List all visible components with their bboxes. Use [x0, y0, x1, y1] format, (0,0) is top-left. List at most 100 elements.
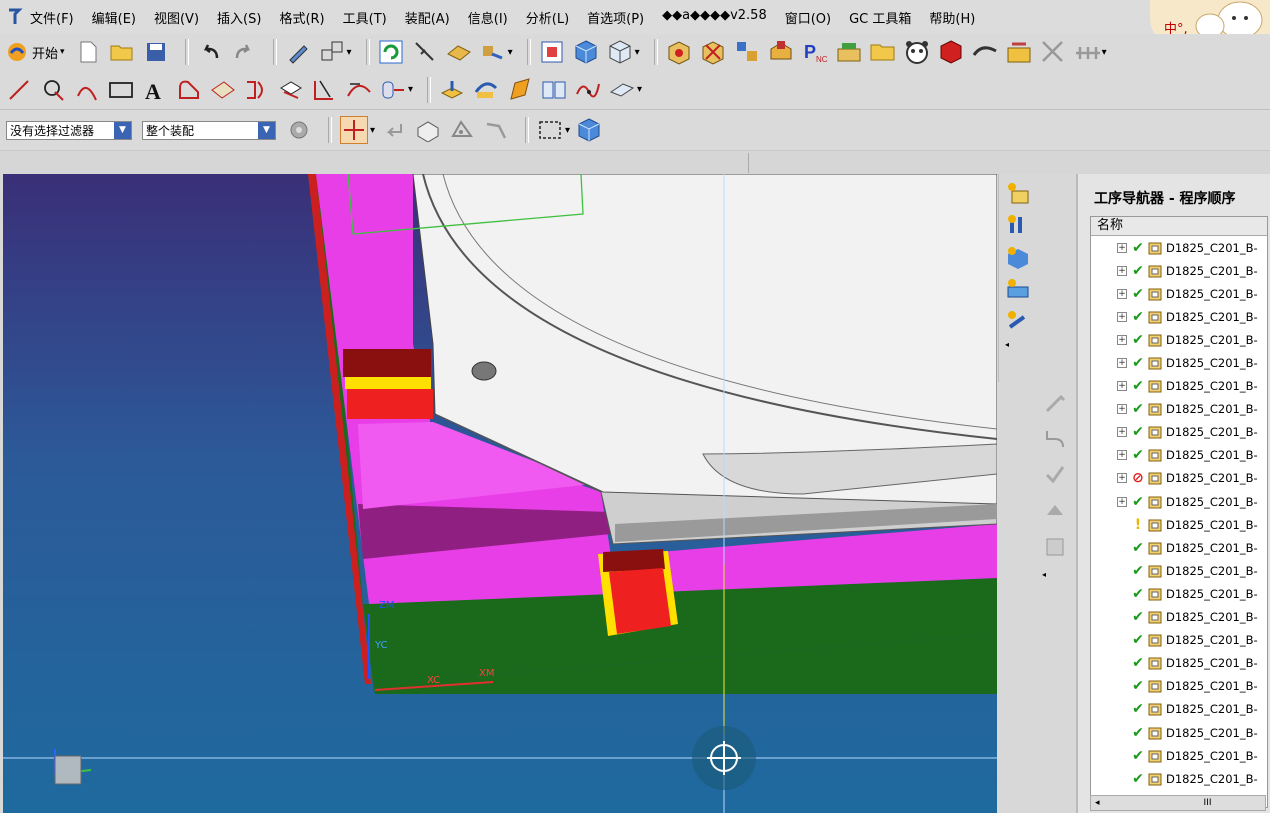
general-selection-button[interactable]: [286, 117, 312, 143]
section-curve-button[interactable]: [278, 77, 304, 103]
line-button[interactable]: [6, 77, 32, 103]
mold-wizard-button-13[interactable]: [1074, 39, 1100, 65]
mold-wizard-button-11[interactable]: [1006, 39, 1032, 65]
mold-wizard-button-9[interactable]: [938, 39, 964, 65]
column-header-name[interactable]: 名称: [1091, 217, 1267, 236]
expand-icon[interactable]: +: [1117, 311, 1127, 322]
mold-wizard-button-8[interactable]: [904, 39, 930, 65]
transform-button[interactable]: [285, 39, 311, 65]
start-button[interactable]: 开始 ▾: [6, 39, 65, 65]
assembly-button[interactable]: [480, 39, 506, 65]
operation-row[interactable]: + ✔ D1825_C201_B-: [1091, 259, 1267, 282]
mold-wizard-button-12[interactable]: [1040, 39, 1066, 65]
shop-doc-button[interactable]: [1042, 534, 1068, 560]
dropdown-icon[interactable]: ▾: [508, 47, 513, 58]
save-button[interactable]: [143, 39, 169, 65]
extract-curve-button[interactable]: [312, 77, 338, 103]
undo-button[interactable]: [197, 39, 223, 65]
menu-item-1[interactable]: 编辑(E): [92, 8, 136, 27]
menu-item-3[interactable]: 插入(S): [217, 8, 261, 27]
mold-wizard-button-7[interactable]: [870, 39, 896, 65]
snap-point-button[interactable]: [340, 116, 368, 144]
toolbar-overflow-icon[interactable]: ◂: [1005, 340, 1037, 349]
extrude-button[interactable]: [439, 77, 465, 103]
generate-toolpath-button[interactable]: [1042, 390, 1068, 416]
operation-row[interactable]: ✔ D1825_C201_B-: [1091, 582, 1267, 605]
operation-row[interactable]: ✔ D1825_C201_B-: [1091, 721, 1267, 744]
offset-curve-button[interactable]: [176, 77, 202, 103]
wrap-curve-button[interactable]: [380, 77, 406, 103]
update-button[interactable]: [378, 39, 404, 65]
expand-icon[interactable]: +: [1117, 242, 1127, 253]
verify-toolpath-button[interactable]: [1042, 462, 1068, 488]
intersect-curve-button[interactable]: [244, 77, 270, 103]
menu-item-5[interactable]: 工具(T): [343, 8, 387, 27]
menu-item-2[interactable]: 视图(V): [154, 8, 199, 27]
measure-button[interactable]: [412, 39, 438, 65]
replay-toolpath-button[interactable]: [1042, 426, 1068, 452]
view-orient-button[interactable]: [576, 117, 602, 143]
dropdown-icon[interactable]: ▾: [1102, 47, 1107, 58]
menu-item-7[interactable]: 信息(I): [468, 8, 508, 27]
select-face-button[interactable]: [449, 117, 475, 143]
sweep-button[interactable]: [507, 77, 533, 103]
expand-icon[interactable]: +: [1117, 381, 1127, 392]
operation-row[interactable]: ✔ D1825_C201_B-: [1091, 698, 1267, 721]
project-curve-button[interactable]: [210, 77, 236, 103]
menu-item-6[interactable]: 装配(A): [405, 8, 450, 27]
operation-row[interactable]: ✔ D1825_C201_B-: [1091, 629, 1267, 652]
dropdown-icon[interactable]: ▾: [347, 47, 352, 58]
fit-view-button[interactable]: [539, 39, 565, 65]
expand-icon[interactable]: +: [1117, 265, 1127, 276]
rectangle-button[interactable]: [108, 77, 134, 103]
operation-row[interactable]: + ✔ D1825_C201_B-: [1091, 398, 1267, 421]
create-program-button[interactable]: [1005, 180, 1031, 206]
operation-row[interactable]: + ✔ D1825_C201_B-: [1091, 490, 1267, 513]
menu-item-10[interactable]: ◆◆a◆◆◆◆v2.58: [662, 8, 767, 27]
menu-item-11[interactable]: 窗口(O): [785, 8, 831, 27]
thicken-button[interactable]: [609, 77, 635, 103]
create-method-button[interactable]: [1005, 276, 1031, 302]
arc-button[interactable]: [74, 77, 100, 103]
menu-item-12[interactable]: GC 工具箱: [849, 8, 911, 27]
mold-wizard-button-4[interactable]: [768, 39, 794, 65]
bridge-curve-button[interactable]: [346, 77, 372, 103]
menu-item-9[interactable]: 首选项(P): [587, 8, 644, 27]
back-button[interactable]: [381, 117, 407, 143]
operation-row[interactable]: + ⊘ D1825_C201_B-: [1091, 467, 1267, 490]
revolve-button[interactable]: [473, 77, 499, 103]
graphics-window[interactable]: ZM YC XC XM: [3, 174, 997, 813]
dropdown-icon[interactable]: ▾: [408, 84, 413, 95]
expand-icon[interactable]: +: [1117, 473, 1127, 484]
wireframe-view-button[interactable]: [607, 39, 633, 65]
menu-item-8[interactable]: 分析(L): [526, 8, 569, 27]
menu-item-13[interactable]: 帮助(H): [929, 8, 975, 27]
operation-row[interactable]: + ✔ D1825_C201_B-: [1091, 305, 1267, 328]
toolbar-overflow-icon[interactable]: ◂: [1042, 570, 1076, 579]
expand-icon[interactable]: +: [1117, 404, 1127, 415]
operation-row[interactable]: + ✔ D1825_C201_B-: [1091, 236, 1267, 259]
operation-row[interactable]: ✔ D1825_C201_B-: [1091, 559, 1267, 582]
operation-row[interactable]: ✔ D1825_C201_B-: [1091, 744, 1267, 767]
scroll-left-icon[interactable]: ◂: [1095, 798, 1100, 808]
operation-row[interactable]: ✔ D1825_C201_B-: [1091, 536, 1267, 559]
mold-wizard-button-3[interactable]: [734, 39, 760, 65]
select-edge-button[interactable]: [483, 117, 509, 143]
operation-row[interactable]: + ✔ D1825_C201_B-: [1091, 421, 1267, 444]
operation-row[interactable]: + ✔ D1825_C201_B-: [1091, 282, 1267, 305]
expand-icon[interactable]: +: [1117, 288, 1127, 299]
operation-row[interactable]: + ✔ D1825_C201_B-: [1091, 351, 1267, 374]
operation-row[interactable]: + ✔ D1825_C201_B-: [1091, 444, 1267, 467]
new-file-button[interactable]: [75, 39, 101, 65]
mold-wizard-button-6[interactable]: [836, 39, 862, 65]
horizontal-scrollbar[interactable]: ◂ III: [1090, 795, 1266, 811]
dropdown-icon[interactable]: ▾: [635, 47, 640, 58]
book-button[interactable]: [541, 77, 567, 103]
expand-icon[interactable]: +: [1117, 334, 1127, 345]
spline-button[interactable]: [575, 77, 601, 103]
open-folder-button[interactable]: [109, 39, 135, 65]
text-button[interactable]: A: [142, 77, 168, 103]
component-button[interactable]: [446, 39, 472, 65]
select-body-button[interactable]: [415, 117, 441, 143]
dropdown-icon[interactable]: ▾: [370, 125, 375, 136]
